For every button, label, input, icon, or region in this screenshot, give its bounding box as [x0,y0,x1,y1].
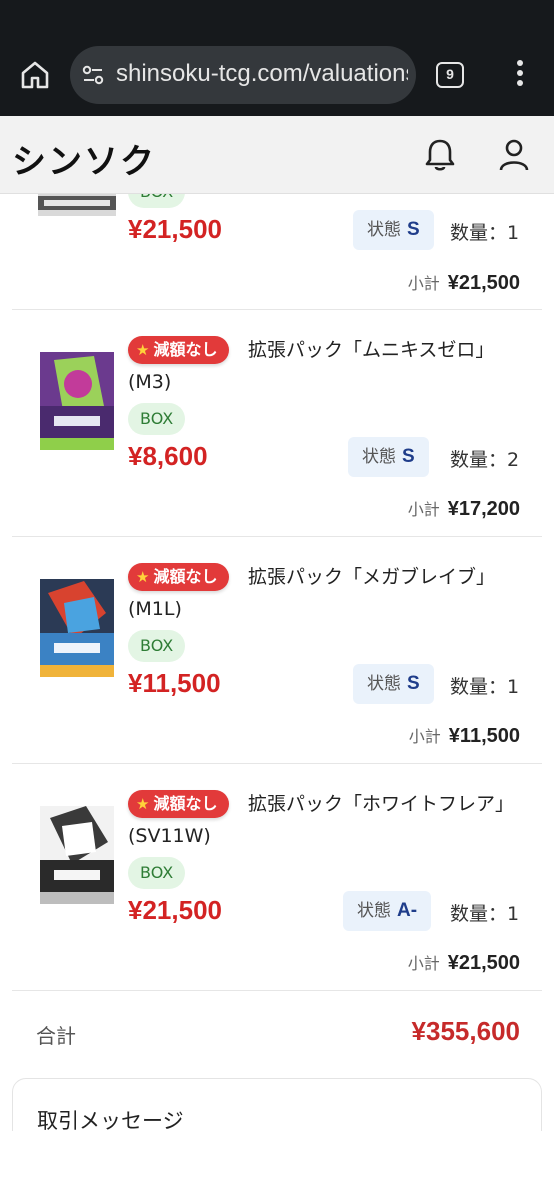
subtotal: 小計 ¥21,500 [408,950,520,975]
bell-icon[interactable] [422,136,458,174]
condition-value: S [407,673,420,694]
trade-message-card[interactable]: 取引メッセージ [12,1078,542,1131]
item-price: ¥11,500 [128,668,221,698]
subtotal: 小計 ¥11,500 [409,723,520,748]
item-price: ¥8,600 [128,441,208,471]
more-menu-icon[interactable] [510,60,530,90]
box-tag: BOX [128,194,186,208]
quantity: 数量：1 [450,903,520,925]
condition-label: 状態 [367,220,401,240]
condition-label: 状態 [357,901,391,921]
quantity: 数量：1 [450,676,520,698]
bottom-area [0,1131,554,1200]
subtotal-label: 小計 [407,954,440,973]
url-text: shinsoku-tcg.com/valuations [116,60,408,87]
condition-badge: 状態 S [353,210,434,250]
valuation-list: BOX ¥21,500 状態 S 数量：1 小計 ¥21,500 ★減額なし 拡張パ… [0,194,554,1131]
address-bar[interactable]: shinsoku-tcg.com/valuations [70,46,416,104]
home-icon[interactable] [18,58,52,92]
condition-badge: 状態 S [353,664,434,704]
subtotal-value: ¥21,500 [447,952,520,974]
list-item[interactable]: ★ 減額なし 拡張パック「ムニキスゼロ」(M3) BOX ¥8,600 状態 S 数… [12,310,542,537]
condition-label: 状態 [362,447,396,467]
box-tag: BOX [128,403,186,435]
tab-switcher-button[interactable]: 9 [436,62,464,88]
subtotal-value: ¥11,500 [448,725,520,747]
list-item[interactable]: BOX ¥21,500 状態 S 数量：1 小計 ¥21,500 [12,194,542,310]
item-title[interactable]: 拡張パック「メガブレイブ」(M1L) [128,561,512,625]
box-tag: BOX [128,857,186,889]
subtotal-label: 小計 [407,500,440,519]
total-row: 合計 ¥355,600 [12,990,542,1076]
subtotal-label: 小計 [408,727,441,746]
condition-badge: 状態 S [348,437,429,477]
item-title[interactable]: 拡張パック「ホワイトフレア」(SV11W) [128,788,512,852]
subtotal: 小計 ¥21,500 [408,270,520,295]
subtotal-value: ¥17,200 [447,498,520,520]
subtotal-value: ¥21,500 [447,272,520,294]
user-icon[interactable] [496,136,532,174]
condition-value: S [407,219,420,240]
total-value: ¥355,600 [411,1016,520,1046]
site-logo[interactable]: シンソク [12,134,156,183]
site-settings-icon[interactable] [82,64,104,86]
total-label: 合計 [36,1024,76,1048]
subtotal: 小計 ¥17,200 [408,496,520,521]
box-tag: BOX [128,630,186,662]
condition-value: A- [397,900,418,921]
product-image [40,579,114,677]
condition-label: 状態 [367,674,401,694]
list-item[interactable]: ★ 減額なし 拡張パック「ホワイトフレア」(SV11W) BOX ¥21,500 … [12,764,542,991]
list-item[interactable]: ★ 減額なし 拡張パック「メガブレイブ」(M1L) BOX ¥11,500 状態 S… [12,537,542,764]
quantity: 数量：2 [450,449,520,471]
subtotal-label: 小計 [407,274,440,293]
item-price: ¥21,500 [128,895,222,925]
condition-badge: 状態 A- [343,891,432,931]
browser-toolbar: shinsoku-tcg.com/valuations 9 [0,0,554,116]
product-image [40,352,114,450]
item-price: ¥21,500 [128,214,222,244]
item-title[interactable]: 拡張パック「ムニキスゼロ」(M3) [128,334,512,398]
product-image [40,806,114,904]
trade-message-title: 取引メッセージ [37,1109,184,1131]
quantity: 数量：1 [450,222,520,244]
app-header: シンソク [0,116,554,194]
condition-value: S [402,446,415,467]
product-image [38,194,116,216]
